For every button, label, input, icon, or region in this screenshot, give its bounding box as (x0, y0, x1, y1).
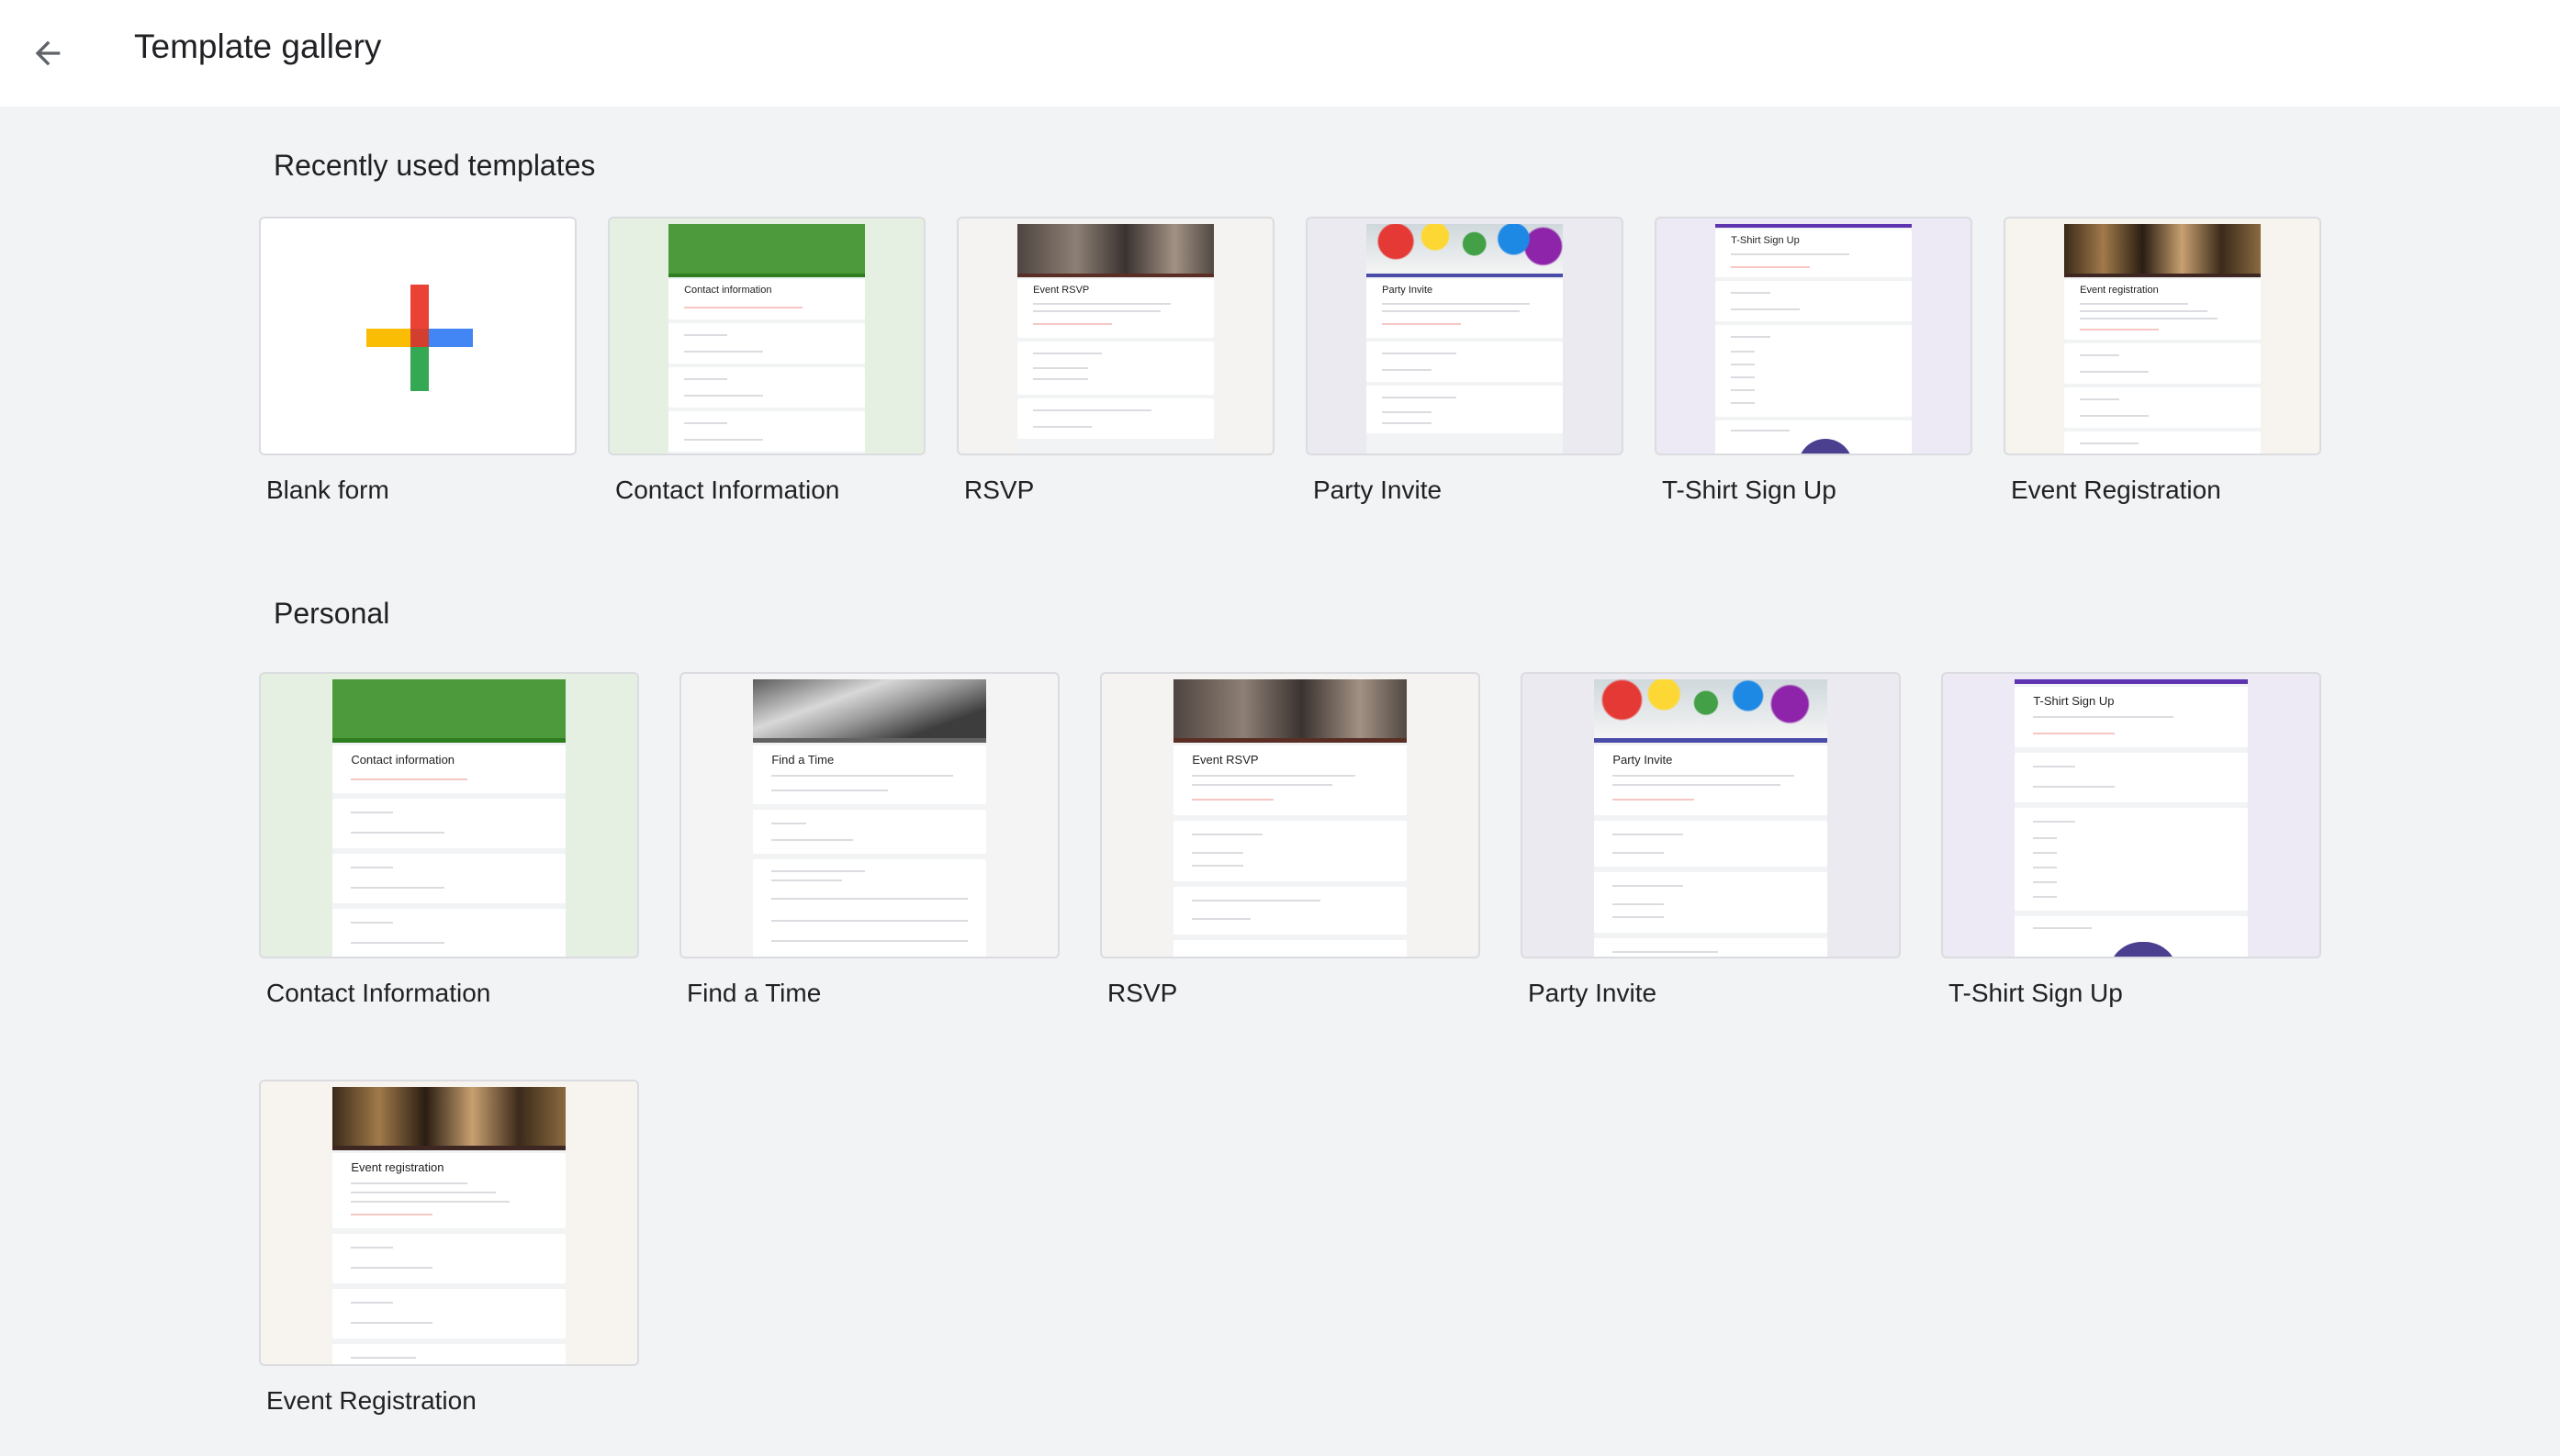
form-preview: Find a Time (753, 679, 986, 957)
recent-section-title: Recently used templates (274, 149, 596, 182)
app-header: Template gallery (0, 0, 2560, 106)
plus-icon (366, 285, 473, 391)
form-preview: Event registration (2064, 224, 2261, 454)
form-preview: Event RSVP (1017, 224, 1214, 454)
template-label: RSVP (964, 476, 1035, 504)
page-title: Template gallery (134, 28, 382, 65)
template-card-find-a-time[interactable]: Find a Time (679, 672, 1060, 958)
personal-section-title: Personal (274, 597, 390, 630)
form-preview: Party Invite (1366, 224, 1563, 454)
template-card-tshirt-sign-up[interactable]: T-Shirt Sign Up (1655, 217, 1972, 455)
template-card-event-registration[interactable]: Event registration (2004, 217, 2321, 455)
template-label: Event Registration (266, 1386, 477, 1415)
template-card-rsvp[interactable]: Event RSVP (1100, 672, 1480, 958)
back-button[interactable] (17, 22, 79, 84)
template-card-contact-information[interactable]: Contact information (259, 672, 639, 958)
template-card-party-invite[interactable]: Party Invite (1306, 217, 1623, 455)
form-preview: Contact information (668, 224, 865, 454)
form-preview: Contact information (332, 679, 566, 957)
template-card-tshirt-sign-up[interactable]: T-Shirt Sign Up (1941, 672, 2321, 958)
template-card-blank-form[interactable] (259, 217, 577, 455)
template-label: Find a Time (687, 979, 822, 1007)
template-card-party-invite[interactable]: Party Invite (1521, 672, 1901, 958)
form-preview: Event RSVP (1173, 679, 1407, 957)
template-label: Party Invite (1313, 476, 1443, 504)
template-label: T-Shirt Sign Up (1662, 476, 1836, 504)
template-label: RSVP (1107, 979, 1178, 1007)
form-preview: Party Invite (1594, 679, 1827, 957)
template-label: T-Shirt Sign Up (1948, 979, 2123, 1007)
arrow-left-icon (35, 40, 61, 66)
template-card-contact-information[interactable]: Contact information (608, 217, 926, 455)
template-label: Blank form (266, 476, 389, 504)
form-preview: Event registration (332, 1087, 566, 1364)
template-label: Event Registration (2011, 476, 2221, 504)
template-label: Contact Information (266, 979, 491, 1007)
template-card-event-registration[interactable]: Event registration (259, 1080, 639, 1366)
template-label: Party Invite (1528, 979, 1657, 1007)
template-label: Contact Information (615, 476, 840, 504)
form-preview: T-Shirt Sign Up (1715, 224, 1912, 454)
form-preview: T-Shirt Sign Up (2015, 679, 2248, 957)
template-card-rsvp[interactable]: Event RSVP (957, 217, 1274, 455)
